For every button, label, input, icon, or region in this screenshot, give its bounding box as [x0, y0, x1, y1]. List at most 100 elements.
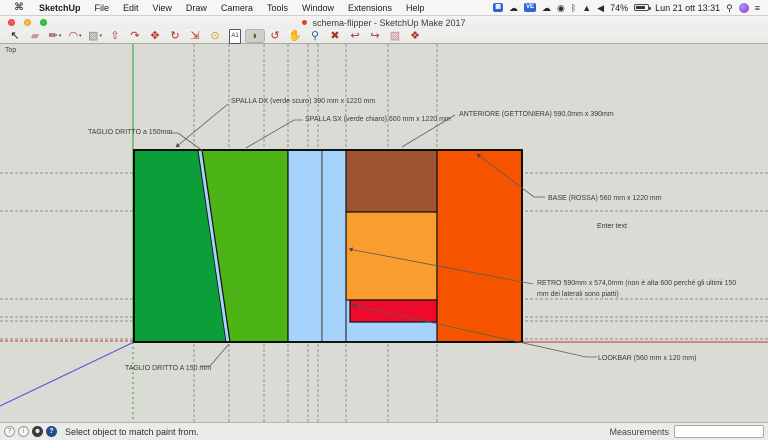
menu-edit[interactable]: Edit	[116, 3, 146, 13]
next-view-tool-icon: ↪	[370, 30, 379, 43]
menubar-clock[interactable]: Lun 21 ott 13:31	[655, 3, 720, 13]
rectangle-tool-dropdown-arrow[interactable]: ▾	[99, 33, 102, 39]
measurements-label: Measurements	[609, 427, 669, 437]
input-source-icon[interactable]: ▦	[493, 3, 503, 12]
leader-spalla-dx	[176, 104, 228, 147]
paint-bucket-tool-icon: ◗	[252, 30, 259, 43]
share-model-tool-icon: ❖	[410, 30, 420, 43]
eraser-tool-button[interactable]: ▰	[25, 29, 45, 43]
push-pull-tool-button[interactable]: ⇧	[105, 29, 125, 43]
battery-icon[interactable]	[634, 4, 649, 11]
arc-tool-button[interactable]: ◠▾	[65, 29, 85, 43]
rotate-tool-icon: ↻	[170, 30, 179, 43]
annotation-lookbar[interactable]: LOOKBAR (560 mm x 120 mm)	[598, 353, 696, 364]
help-icon[interactable]: ?	[46, 426, 57, 437]
annotation-taglio-top[interactable]: TAGLIO DRITTO a 150mm	[88, 127, 172, 138]
orbit-tool-icon: ↺	[270, 30, 279, 43]
annotation-retro[interactable]: RETRO 590mm x 574,0mm (non è alta 600 pe…	[537, 278, 749, 300]
wifi-icon[interactable]: ▲	[582, 0, 591, 16]
tape-measure-tool-button[interactable]: ⊙	[205, 29, 225, 43]
cloud-icon[interactable]: ☁	[509, 0, 518, 16]
menu-bar: ⌘ SketchUpFileEditViewDrawCameraToolsWin…	[0, 0, 768, 16]
menu-items: SketchUpFileEditViewDrawCameraToolsWindo…	[32, 3, 432, 13]
close-button[interactable]	[8, 19, 15, 26]
arc-tool-icon: ◠	[68, 30, 78, 43]
text-tool-button[interactable]: A1	[225, 29, 245, 43]
zoom-extents-tool-button[interactable]: ✖	[325, 29, 345, 43]
follow-me-tool-icon: ↷	[130, 30, 139, 43]
axis-blue-solid	[0, 342, 134, 406]
status-icons: ?i☻?	[4, 426, 60, 437]
panel-blue-strip-2[interactable]	[322, 150, 346, 342]
rotate-tool-button[interactable]: ↻	[165, 29, 185, 43]
arc-tool-dropdown-arrow[interactable]: ▾	[79, 33, 82, 39]
annotation-anteriore[interactable]: ANTERIORE (GETTONIERA) 590,0mm x 390mm	[459, 109, 614, 120]
follow-me-tool-button[interactable]: ↷	[125, 29, 145, 43]
move-tool-button[interactable]: ✥	[145, 29, 165, 43]
leader-spalla-sx	[246, 120, 303, 148]
next-view-tool-button[interactable]: ↪	[365, 29, 385, 43]
rectangle-tool-button[interactable]: ▧▾	[85, 29, 105, 43]
annotation-enter-text[interactable]: Enter text	[597, 221, 627, 232]
siri-icon[interactable]	[739, 3, 749, 13]
geolocation-icon[interactable]: ?	[4, 426, 15, 437]
credits-icon[interactable]: i	[18, 426, 29, 437]
panel-anteriore[interactable]	[346, 150, 437, 212]
get-models-tool-icon: ▨	[390, 30, 400, 43]
panel-blue-strip-1[interactable]	[288, 150, 322, 342]
annotation-spalla-sx[interactable]: SPALLA SX (verde chiaro) 600 mm x 1220 m…	[305, 114, 451, 125]
volume-icon[interactable]: ◀	[597, 0, 604, 16]
share-model-tool-button[interactable]: ❖	[405, 29, 425, 43]
panel-lookbar[interactable]	[350, 300, 437, 322]
scale-tool-icon: ⇲	[190, 30, 199, 43]
zoom-extents-tool-icon: ✖	[330, 30, 339, 43]
document-edited-dot	[302, 20, 307, 25]
zoom-window-button[interactable]	[40, 19, 47, 26]
line-tool-button[interactable]: ✏▾	[45, 29, 65, 43]
previous-view-tool-button[interactable]: ↩	[345, 29, 365, 43]
push-pull-tool-icon: ⇧	[110, 30, 119, 43]
zoom-tool-button[interactable]: ⚲	[305, 29, 325, 43]
menu-view[interactable]: View	[146, 3, 179, 13]
move-tool-icon: ✥	[150, 30, 159, 43]
minimize-button[interactable]	[24, 19, 31, 26]
battery-percent[interactable]: 74%	[610, 3, 628, 13]
scale-tool-button[interactable]: ⇲	[185, 29, 205, 43]
pan-tool-button[interactable]: ✋	[285, 29, 305, 43]
zoom-tool-icon: ⚲	[311, 30, 319, 43]
view-name-label[interactable]: Top	[5, 47, 16, 54]
cloud-sync-icon[interactable]: ☁	[542, 0, 551, 16]
menubar-status-items: ▦ ☁ VE ☁ ◉ ᛒ ▲ ◀ 74% Lun 21 ott 13:31 ⚲ ≡	[493, 0, 760, 16]
menu-draw[interactable]: Draw	[179, 3, 214, 13]
ve-badge[interactable]: VE	[524, 3, 536, 12]
account-icon[interactable]: ☻	[32, 426, 43, 437]
shield-icon[interactable]: ◉	[557, 0, 565, 16]
spotlight-icon[interactable]: ⚲	[726, 0, 733, 16]
get-models-tool-button[interactable]: ▨	[385, 29, 405, 43]
select-tool-button[interactable]: ↖	[5, 29, 25, 43]
menu-file[interactable]: File	[88, 3, 117, 13]
drawing-canvas[interactable]: Top TAGLIO DRITTO a 150mm SPALLA DX (ver…	[0, 44, 768, 422]
pan-tool-icon: ✋	[288, 30, 302, 43]
menu-window[interactable]: Window	[295, 3, 341, 13]
paint-bucket-tool-button[interactable]: ◗	[245, 29, 265, 43]
tape-measure-tool-icon: ⊙	[210, 30, 219, 43]
measurements-input[interactable]	[674, 425, 764, 438]
bluetooth-icon[interactable]: ᛒ	[571, 0, 576, 16]
rectangle-tool-icon: ▧	[88, 30, 98, 43]
menu-extensions[interactable]: Extensions	[341, 3, 399, 13]
menu-sketchup[interactable]: SketchUp	[32, 3, 88, 13]
menu-help[interactable]: Help	[399, 3, 432, 13]
annotation-taglio-bottom[interactable]: TAGLIO DRITTO A 150 mm	[125, 363, 211, 374]
annotation-base[interactable]: BASE (ROSSA) 560 mm x 1220 mm	[548, 193, 662, 204]
notification-center-icon[interactable]: ≡	[755, 0, 760, 16]
annotation-spalla-dx[interactable]: SPALLA DX (verde scuro) 390 mm x 1220 mm	[231, 96, 375, 107]
orbit-tool-button[interactable]: ↺	[265, 29, 285, 43]
line-tool-dropdown-arrow[interactable]: ▾	[59, 33, 62, 39]
window-title: schema-flipper - SketchUp Make 2017	[312, 18, 465, 28]
menu-tools[interactable]: Tools	[260, 3, 295, 13]
apple-menu-icon[interactable]: ⌘	[14, 2, 24, 13]
panel-retro[interactable]	[346, 212, 437, 300]
status-bar: ?i☻? Select object to match paint from. …	[0, 422, 768, 440]
menu-camera[interactable]: Camera	[214, 3, 260, 13]
